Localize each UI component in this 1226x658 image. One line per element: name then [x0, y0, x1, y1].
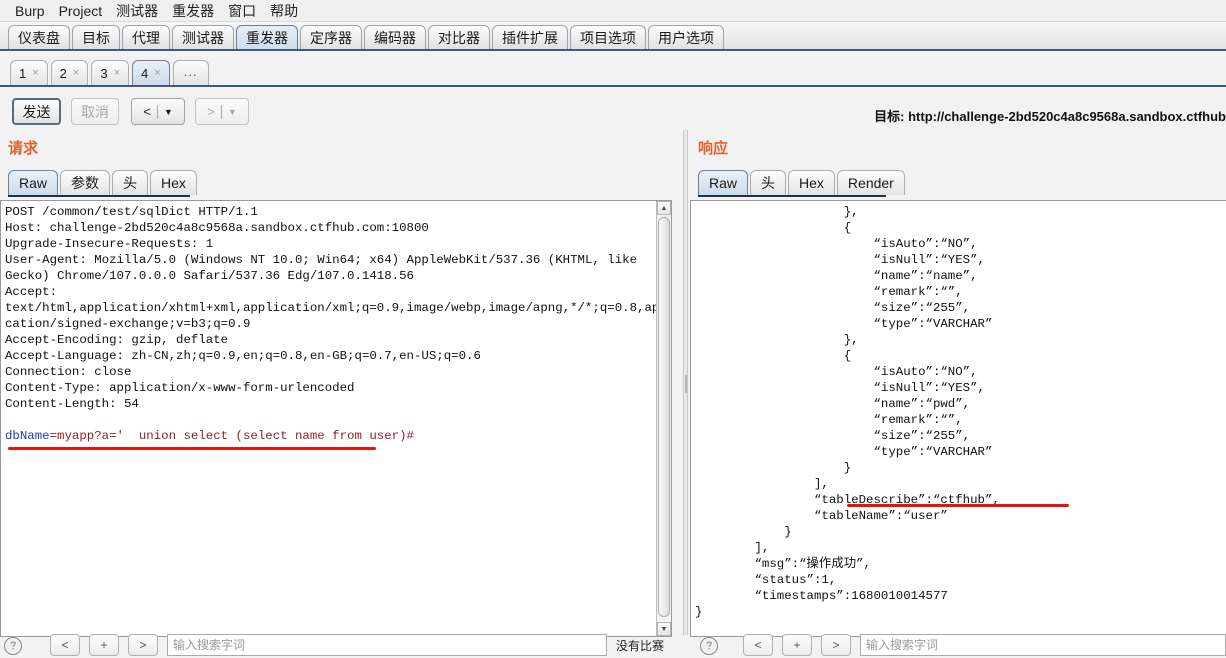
scroll-up-icon[interactable]: ▲: [657, 201, 671, 215]
request-tab-headers[interactable]: 头: [112, 170, 149, 195]
response-search-input[interactable]: 输入搜索字词: [860, 634, 1226, 656]
response-subtab-underline: [698, 195, 886, 197]
splitter-grip: [685, 375, 687, 393]
response-raw-text: }, { “isAuto”:“NO”, “isNull”:“YES”, “nam…: [695, 205, 1000, 619]
request-scrollbar[interactable]: ▲ ▼: [656, 201, 671, 636]
response-tab-hex[interactable]: Hex: [788, 170, 835, 195]
target-label: 目标: http://challenge-2bd520c4a8c9568a.sa…: [874, 106, 1226, 125]
request-search-bar: ? < + > 输入搜索字词 没有比赛: [4, 634, 680, 658]
tab-extender[interactable]: 插件扩展: [492, 25, 568, 49]
repeater-tab-3[interactable]: 3 ×: [91, 60, 130, 85]
request-payload-highlight-underline: [8, 447, 376, 450]
search-add-button[interactable]: +: [782, 634, 812, 656]
tab-proxy[interactable]: 代理: [122, 25, 170, 49]
close-icon[interactable]: ×: [73, 67, 79, 79]
menu-item-burp[interactable]: Burp: [8, 1, 52, 21]
repeater-tab-bar: 1 × 2 × 3 × 4 × ...: [0, 53, 1226, 87]
repeater-tab-more[interactable]: ...: [172, 60, 209, 85]
help-icon[interactable]: ?: [700, 637, 718, 655]
repeater-tab-2-label: 2: [59, 65, 67, 81]
close-icon[interactable]: ×: [154, 67, 160, 79]
menu-item-project[interactable]: Project: [52, 1, 110, 21]
send-button[interactable]: 发送: [12, 98, 61, 125]
divider: [220, 104, 222, 119]
cancel-button[interactable]: 取消: [71, 98, 119, 125]
tab-target[interactable]: 目标: [72, 25, 120, 49]
response-tab-headers[interactable]: 头: [750, 170, 787, 195]
request-payload-value: =myapp?a=' union select (select name fro…: [49, 429, 414, 443]
menu-item-repeater[interactable]: 重发器: [165, 1, 221, 21]
target-url: http://challenge-2bd520c4a8c9568a.sandbo…: [908, 109, 1226, 124]
tab-user-options[interactable]: 用户选项: [648, 25, 724, 49]
request-subtab-underline: [8, 195, 190, 197]
close-icon[interactable]: ×: [32, 67, 38, 79]
tab-dashboard[interactable]: 仪表盘: [8, 25, 70, 49]
request-search-input[interactable]: 输入搜索字词: [167, 634, 607, 656]
response-tabledescribe-highlight-underline: [847, 504, 1069, 507]
repeater-tab-1[interactable]: 1 ×: [10, 60, 48, 85]
divider: [156, 104, 158, 119]
request-payload-key: dbName: [5, 429, 50, 443]
request-tab-hex[interactable]: Hex: [150, 170, 197, 195]
repeater-tab-2[interactable]: 2 ×: [50, 60, 89, 85]
response-subtab-bar: Raw 头 Hex Render: [698, 170, 907, 195]
search-prev-button[interactable]: <: [50, 634, 80, 656]
chevron-right-icon: >: [207, 104, 215, 119]
tab-comparer[interactable]: 对比器: [428, 25, 490, 49]
chevron-down-icon: ▼: [163, 106, 173, 117]
go-forward-button[interactable]: > ▼: [195, 98, 249, 125]
menu-bar: Burp Project 测试器 重发器 窗口 帮助: [0, 0, 1226, 22]
search-add-button[interactable]: +: [89, 634, 119, 656]
response-panel-title: 响应: [698, 140, 729, 157]
burp-suite-window: Burp Project 测试器 重发器 窗口 帮助 仪表盘 目标 代理 测试器…: [0, 0, 1226, 658]
tab-intruder[interactable]: 测试器: [172, 25, 234, 49]
request-subtab-bar: Raw 参数 头 Hex: [8, 170, 199, 195]
menu-item-window[interactable]: 窗口: [221, 1, 263, 21]
repeater-tab-4-label: 4: [141, 65, 149, 81]
chevron-left-icon: <: [143, 104, 151, 119]
search-next-button[interactable]: >: [821, 634, 851, 656]
request-tab-params[interactable]: 参数: [60, 170, 111, 195]
menu-item-intruder[interactable]: 测试器: [109, 1, 165, 21]
request-editor[interactable]: POST /common/test/sqlDict HTTP/1.1 Host:…: [0, 200, 672, 637]
request-match-status: 没有比赛: [616, 639, 665, 653]
response-search-bar: ? < + > 输入搜索字词: [700, 634, 1226, 658]
request-panel-title: 请求: [8, 140, 39, 157]
search-prev-button[interactable]: <: [743, 634, 773, 656]
repeater-tab-1-label: 1: [19, 65, 27, 81]
chevron-down-icon: ▼: [227, 106, 237, 117]
help-icon[interactable]: ?: [4, 637, 22, 655]
response-tab-raw[interactable]: Raw: [698, 170, 749, 195]
close-icon[interactable]: ×: [114, 67, 120, 79]
tab-project-options[interactable]: 项目选项: [570, 25, 646, 49]
response-editor[interactable]: }, { “isAuto”:“NO”, “isNull”:“YES”, “nam…: [690, 200, 1226, 637]
main-tab-bar: 仪表盘 目标 代理 测试器 重发器 定序器 编码器 对比器 插件扩展 项目选项 …: [0, 22, 1226, 51]
menu-item-help[interactable]: 帮助: [263, 1, 305, 21]
go-back-button[interactable]: < ▼: [131, 98, 185, 125]
target-prefix: 目标:: [874, 109, 905, 124]
response-tab-render[interactable]: Render: [836, 170, 905, 195]
tab-repeater[interactable]: 重发器: [236, 25, 298, 49]
search-next-button[interactable]: >: [128, 634, 158, 656]
request-scrollbar-thumb[interactable]: [658, 217, 670, 617]
repeater-tab-4[interactable]: 4 ×: [132, 60, 170, 85]
tab-decoder[interactable]: 编码器: [364, 25, 426, 49]
tab-sequencer[interactable]: 定序器: [300, 25, 362, 49]
request-raw-text: POST /common/test/sqlDict HTTP/1.1 Host:…: [5, 205, 672, 443]
repeater-tab-3-label: 3: [100, 65, 108, 81]
request-tab-raw[interactable]: Raw: [8, 170, 59, 195]
panel-splitter[interactable]: [683, 130, 688, 635]
